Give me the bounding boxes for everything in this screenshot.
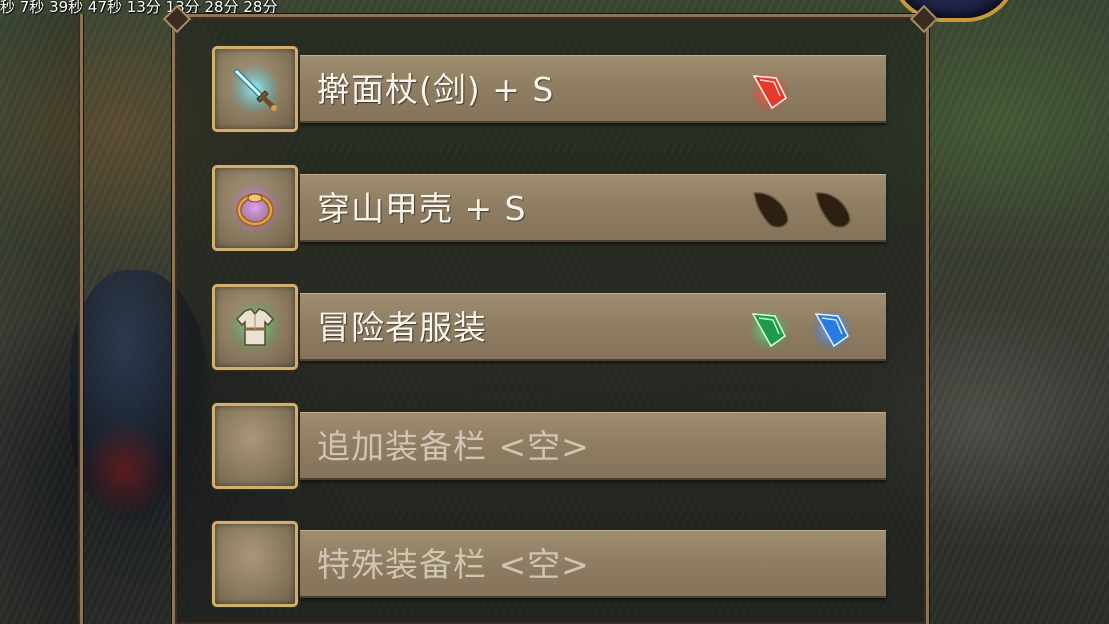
dark-scale-icon — [753, 192, 789, 228]
item-name-bar[interactable]: 穿山甲壳 + S — [300, 174, 886, 242]
equipment-slot-armor[interactable]: 穿山甲壳 + S — [212, 165, 886, 251]
item-name-bar[interactable]: 冒险者服装 — [300, 293, 886, 361]
item-icon-frame[interactable] — [212, 165, 298, 251]
item-icon-frame[interactable] — [212, 284, 298, 370]
item-name-bar[interactable]: 擀面杖(剑) + S — [300, 55, 886, 123]
item-name: 特殊装备栏 <空> — [317, 545, 590, 584]
item-icon-frame[interactable] — [212, 403, 298, 489]
item-name: 冒险者服装 — [317, 308, 487, 347]
dark-scale-icon — [815, 192, 851, 228]
item-name: 擀面杖(剑) + S — [317, 70, 555, 109]
item-name-bar[interactable]: 追加装备栏 <空> — [300, 412, 886, 480]
equipment-slot-extra[interactable]: 追加装备栏 <空> — [212, 403, 886, 489]
equipment-slot-special[interactable]: 特殊装备栏 <空> — [212, 521, 886, 607]
item-icon-frame[interactable] — [212, 46, 298, 132]
red-gem-icon — [749, 71, 791, 113]
equipment-slot-clothing[interactable]: 冒险者服装 — [212, 284, 886, 370]
sword-icon — [229, 63, 281, 115]
player-cape — [80, 420, 170, 520]
blue-gem-icon — [811, 309, 853, 351]
ring-icon — [228, 181, 282, 235]
item-name: 穿山甲壳 + S — [317, 189, 527, 228]
item-name-bar[interactable]: 特殊装备栏 <空> — [300, 530, 886, 598]
tunic-icon — [228, 300, 282, 354]
equipment-slot-weapon[interactable]: 擀面杖(剑) + S — [212, 46, 886, 132]
item-name: 追加装备栏 <空> — [317, 427, 590, 466]
item-icon-frame[interactable] — [212, 521, 298, 607]
left-panel-frame — [0, 14, 83, 624]
green-gem-icon — [748, 309, 790, 351]
